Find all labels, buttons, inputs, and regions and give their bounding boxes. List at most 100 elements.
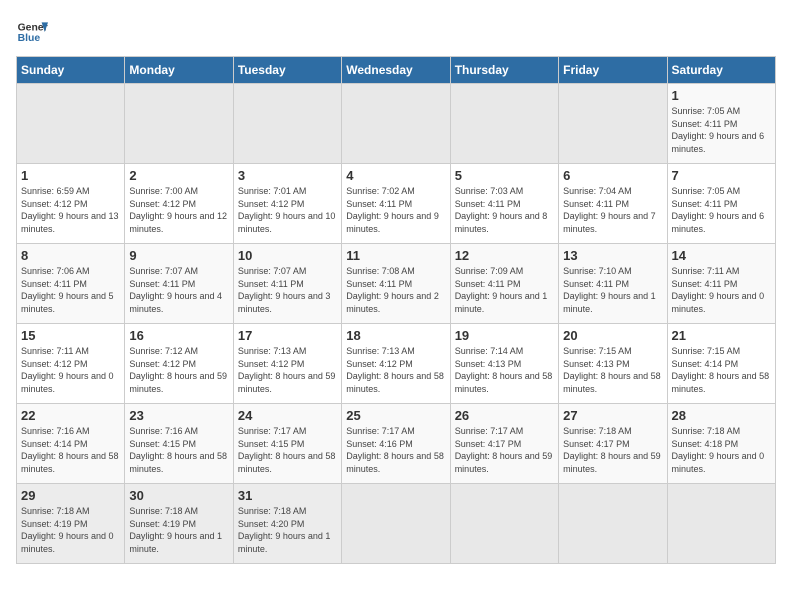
day-info: Sunrise: 7:18 AMSunset: 4:18 PMDaylight:… <box>672 425 771 475</box>
calendar-cell: 31 Sunrise: 7:18 AMSunset: 4:20 PMDayligh… <box>233 484 341 564</box>
day-header: Wednesday <box>342 57 450 84</box>
day-number: 18 <box>346 328 445 343</box>
day-info: Sunrise: 7:17 AMSunset: 4:17 PMDaylight:… <box>455 425 554 475</box>
day-info: Sunrise: 7:07 AMSunset: 4:11 PMDaylight:… <box>129 265 228 315</box>
calendar-cell: 28 Sunrise: 7:18 AMSunset: 4:18 PMDayligh… <box>667 404 775 484</box>
day-info: Sunrise: 7:13 AMSunset: 4:12 PMDaylight:… <box>238 345 337 395</box>
calendar-cell: 6 Sunrise: 7:04 AMSunset: 4:11 PMDaylight… <box>559 164 667 244</box>
day-number: 8 <box>21 248 120 263</box>
day-number: 10 <box>238 248 337 263</box>
calendar-cell <box>342 84 450 164</box>
day-number: 3 <box>238 168 337 183</box>
calendar-cell: 14 Sunrise: 7:11 AMSunset: 4:11 PMDayligh… <box>667 244 775 324</box>
calendar-cell <box>125 84 233 164</box>
calendar-cell: 7 Sunrise: 7:05 AMSunset: 4:11 PMDaylight… <box>667 164 775 244</box>
calendar-week-row: 15Sunrise: 7:11 AMSunset: 4:12 PMDayligh… <box>17 324 776 404</box>
day-info: Sunrise: 7:02 AMSunset: 4:11 PMDaylight:… <box>346 185 445 235</box>
calendar-cell: 4 Sunrise: 7:02 AMSunset: 4:11 PMDaylight… <box>342 164 450 244</box>
calendar-cell: 22 Sunrise: 7:16 AMSunset: 4:14 PMDayligh… <box>17 404 125 484</box>
calendar-cell: 1 Sunrise: 7:05 AMSunset: 4:11 PMDaylight… <box>667 84 775 164</box>
day-number: 23 <box>129 408 228 423</box>
page-header: General Blue <box>16 16 776 48</box>
day-number: 2 <box>129 168 228 183</box>
day-number: 31 <box>238 488 337 503</box>
calendar-cell: 18 Sunrise: 7:13 AMSunset: 4:12 PMDayligh… <box>342 324 450 404</box>
calendar-cell <box>559 484 667 564</box>
day-info: Sunrise: 7:17 AMSunset: 4:15 PMDaylight:… <box>238 425 337 475</box>
calendar-cell: 17 Sunrise: 7:13 AMSunset: 4:12 PMDayligh… <box>233 324 341 404</box>
calendar-cell: 27Sunrise: 7:18 AMSunset: 4:17 PMDayligh… <box>559 404 667 484</box>
day-info: Sunrise: 7:11 AMSunset: 4:12 PMDaylight:… <box>21 345 120 395</box>
calendar-cell: 25 Sunrise: 7:17 AMSunset: 4:16 PMDayligh… <box>342 404 450 484</box>
calendar-cell: 30 Sunrise: 7:18 AMSunset: 4:19 PMDayligh… <box>125 484 233 564</box>
day-info: Sunrise: 7:18 AMSunset: 4:19 PMDaylight:… <box>129 505 228 555</box>
day-info: Sunrise: 7:17 AMSunset: 4:16 PMDaylight:… <box>346 425 445 475</box>
calendar-cell: 24 Sunrise: 7:17 AMSunset: 4:15 PMDayligh… <box>233 404 341 484</box>
day-number: 1 <box>21 168 120 183</box>
day-info: Sunrise: 6:59 AMSunset: 4:12 PMDaylight:… <box>21 185 120 235</box>
day-info: Sunrise: 7:10 AMSunset: 4:11 PMDaylight:… <box>563 265 662 315</box>
day-info: Sunrise: 7:18 AMSunset: 4:17 PMDaylight:… <box>563 425 662 475</box>
day-number: 30 <box>129 488 228 503</box>
day-info: Sunrise: 7:18 AMSunset: 4:19 PMDaylight:… <box>21 505 120 555</box>
day-number: 16 <box>129 328 228 343</box>
day-info: Sunrise: 7:12 AMSunset: 4:12 PMDaylight:… <box>129 345 228 395</box>
day-info: Sunrise: 7:18 AMSunset: 4:20 PMDaylight:… <box>238 505 337 555</box>
day-info: Sunrise: 7:06 AMSunset: 4:11 PMDaylight:… <box>21 265 120 315</box>
calendar-week-row: 29 Sunrise: 7:18 AMSunset: 4:19 PMDayligh… <box>17 484 776 564</box>
day-header: Sunday <box>17 57 125 84</box>
calendar-cell: 26 Sunrise: 7:17 AMSunset: 4:17 PMDayligh… <box>450 404 558 484</box>
calendar-cell: 9Sunrise: 7:07 AMSunset: 4:11 PMDaylight… <box>125 244 233 324</box>
day-number: 21 <box>672 328 771 343</box>
day-number: 20 <box>563 328 662 343</box>
day-info: Sunrise: 7:15 AMSunset: 4:14 PMDaylight:… <box>672 345 771 395</box>
day-info: Sunrise: 7:15 AMSunset: 4:13 PMDaylight:… <box>563 345 662 395</box>
calendar-cell: 15Sunrise: 7:11 AMSunset: 4:12 PMDayligh… <box>17 324 125 404</box>
day-info: Sunrise: 7:00 AMSunset: 4:12 PMDaylight:… <box>129 185 228 235</box>
day-number: 4 <box>346 168 445 183</box>
logo: General Blue <box>16 16 48 48</box>
day-number: 7 <box>672 168 771 183</box>
day-info: Sunrise: 7:09 AMSunset: 4:11 PMDaylight:… <box>455 265 554 315</box>
day-number: 25 <box>346 408 445 423</box>
calendar-cell: 8 Sunrise: 7:06 AMSunset: 4:11 PMDaylight… <box>17 244 125 324</box>
calendar-week-row: 22 Sunrise: 7:16 AMSunset: 4:14 PMDayligh… <box>17 404 776 484</box>
calendar-cell: 19Sunrise: 7:14 AMSunset: 4:13 PMDayligh… <box>450 324 558 404</box>
calendar-week-row: 8 Sunrise: 7:06 AMSunset: 4:11 PMDaylight… <box>17 244 776 324</box>
calendar-week-row: 1 Sunrise: 7:05 AMSunset: 4:11 PMDaylight… <box>17 84 776 164</box>
calendar-week-row: 1 Sunrise: 6:59 AMSunset: 4:12 PMDaylight… <box>17 164 776 244</box>
day-header: Monday <box>125 57 233 84</box>
calendar-cell: 12Sunrise: 7:09 AMSunset: 4:11 PMDayligh… <box>450 244 558 324</box>
day-info: Sunrise: 7:05 AMSunset: 4:11 PMDaylight:… <box>672 185 771 235</box>
day-info: Sunrise: 7:11 AMSunset: 4:11 PMDaylight:… <box>672 265 771 315</box>
calendar-cell: 11 Sunrise: 7:08 AMSunset: 4:11 PMDayligh… <box>342 244 450 324</box>
calendar-cell: 5Sunrise: 7:03 AMSunset: 4:11 PMDaylight… <box>450 164 558 244</box>
calendar-cell: 21 Sunrise: 7:15 AMSunset: 4:14 PMDayligh… <box>667 324 775 404</box>
day-info: Sunrise: 7:08 AMSunset: 4:11 PMDaylight:… <box>346 265 445 315</box>
svg-text:Blue: Blue <box>18 33 41 44</box>
calendar-cell: 2 Sunrise: 7:00 AMSunset: 4:12 PMDaylight… <box>125 164 233 244</box>
day-number: 14 <box>672 248 771 263</box>
day-info: Sunrise: 7:13 AMSunset: 4:12 PMDaylight:… <box>346 345 445 395</box>
day-number: 22 <box>21 408 120 423</box>
day-info: Sunrise: 7:05 AMSunset: 4:11 PMDaylight:… <box>672 105 771 155</box>
day-number: 26 <box>455 408 554 423</box>
day-header: Friday <box>559 57 667 84</box>
day-number: 29 <box>21 488 120 503</box>
logo-icon: General Blue <box>16 16 48 48</box>
day-number: 24 <box>238 408 337 423</box>
day-number: 19 <box>455 328 554 343</box>
calendar-table: SundayMondayTuesdayWednesdayThursdayFrid… <box>16 56 776 564</box>
day-info: Sunrise: 7:16 AMSunset: 4:15 PMDaylight:… <box>129 425 228 475</box>
day-number: 17 <box>238 328 337 343</box>
day-number: 28 <box>672 408 771 423</box>
calendar-cell: 1 Sunrise: 6:59 AMSunset: 4:12 PMDaylight… <box>17 164 125 244</box>
calendar-cell <box>233 84 341 164</box>
day-info: Sunrise: 7:04 AMSunset: 4:11 PMDaylight:… <box>563 185 662 235</box>
calendar-cell <box>559 84 667 164</box>
day-number: 11 <box>346 248 445 263</box>
day-number: 6 <box>563 168 662 183</box>
day-info: Sunrise: 7:16 AMSunset: 4:14 PMDaylight:… <box>21 425 120 475</box>
calendar-cell: 13Sunrise: 7:10 AMSunset: 4:11 PMDayligh… <box>559 244 667 324</box>
day-number: 1 <box>672 88 771 103</box>
